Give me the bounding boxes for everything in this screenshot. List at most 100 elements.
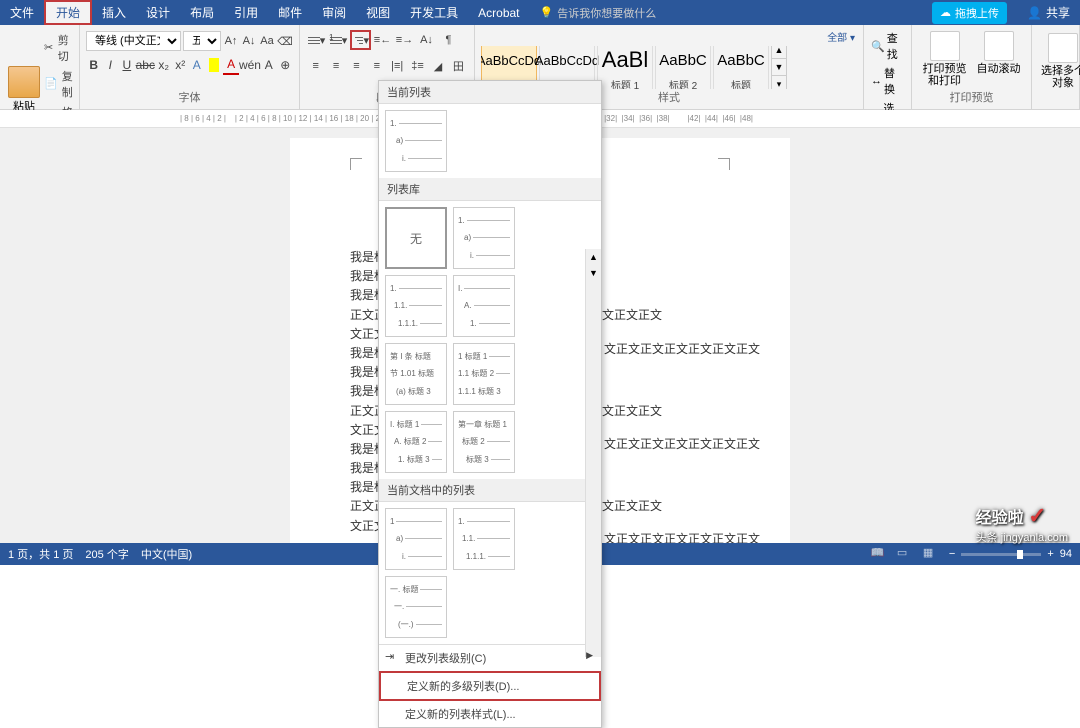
ml-lib-item[interactable]: 第 I 条 标题节 1.01 标题(a) 标题 3 [385, 343, 447, 405]
menu-layout[interactable]: 布局 [180, 0, 224, 25]
auto-scroll-button[interactable]: 自动滚动 [974, 31, 1024, 87]
print-preview-button[interactable]: 打印预览和打印 [920, 31, 970, 87]
strikethrough-button[interactable]: abc [136, 55, 155, 75]
menu-insert[interactable]: 插入 [92, 0, 136, 25]
zoom-out-button[interactable]: − [949, 548, 955, 560]
menu-view[interactable]: 视图 [356, 0, 400, 25]
define-new-multilevel-item[interactable]: 定义新的多级列表(D)... [379, 671, 601, 701]
scroll-down-button[interactable]: ▼ [586, 265, 601, 281]
font-name-select[interactable]: 等线 (中文正文) [86, 31, 181, 51]
styles-scroll-down[interactable]: ▼ [772, 59, 786, 76]
clear-format-button[interactable]: ⌫ [277, 31, 293, 51]
scroll-up-button[interactable]: ▲ [586, 249, 601, 265]
ml-lib-item[interactable]: 1 标题 11.1 标题 21.1.1 标题 3 [453, 343, 515, 405]
style-title[interactable]: AaBbC标题 [713, 46, 769, 89]
borders-button[interactable]: 田 [449, 56, 468, 76]
numbering-button[interactable]: 1▾ [328, 30, 349, 50]
paste-button[interactable]: 粘贴 [6, 64, 42, 116]
ml-lib-item[interactable]: I. 标题 1A. 标题 21. 标题 3 [385, 411, 447, 473]
define-new-list-style-item[interactable]: 定义新的列表样式(L)... [379, 701, 601, 727]
zoom-in-button[interactable]: + [1047, 548, 1053, 560]
web-layout-button[interactable]: ▦ [923, 546, 943, 562]
ml-lib-item[interactable]: I.A.1. [453, 275, 515, 337]
align-center-button[interactable]: ≡ [326, 56, 345, 76]
menu-acrobat[interactable]: Acrobat [468, 0, 529, 25]
style-heading1[interactable]: AaBl标题 1 [597, 46, 653, 89]
page-count[interactable]: 1 页，共 1 页 [8, 546, 73, 562]
select-objects-icon [1048, 33, 1078, 63]
menu-bar: 文件 开始 插入 设计 布局 引用 邮件 审阅 视图 开发工具 Acrobat … [0, 0, 1080, 25]
find-button[interactable]: 🔍查找 [870, 29, 905, 63]
ml-doc-item[interactable]: 一. 标题一.(一.) [385, 576, 447, 638]
increase-font-button[interactable]: A↑ [223, 31, 239, 51]
ml-doc-item[interactable]: 1a)i. [385, 508, 447, 570]
underline-button[interactable]: U [119, 55, 135, 75]
italic-button[interactable]: I [103, 55, 119, 75]
ml-current-preview[interactable]: 1. a) i. [385, 110, 447, 172]
print-layout-button[interactable]: ▭ [897, 546, 917, 562]
user-icon[interactable]: 👤 [1027, 6, 1042, 20]
tell-me-search[interactable]: 💡 告诉我你想要做什么 [540, 5, 657, 21]
menu-mailings[interactable]: 邮件 [268, 0, 312, 25]
change-list-level-item[interactable]: ⇥更改列表级别(C)▶ [379, 645, 601, 671]
bold-button[interactable]: B [86, 55, 102, 75]
menu-design[interactable]: 设计 [136, 0, 180, 25]
cut-button[interactable]: ✂剪切 [42, 31, 75, 65]
change-case-button[interactable]: Aa [259, 31, 275, 51]
font-group-label: 字体 [86, 89, 293, 107]
styles-all-dropdown[interactable]: 全部 ▾ [481, 27, 857, 46]
ml-doc-item[interactable]: 1.1.1.1.1.1. [453, 508, 515, 570]
menu-references[interactable]: 引用 [224, 0, 268, 25]
language-status[interactable]: 中文(中国) [141, 546, 192, 562]
ml-lib-item[interactable]: 1.1.1.1.1.1. [385, 275, 447, 337]
multilevel-list-button[interactable]: ▾ [350, 30, 371, 50]
bullets-button[interactable]: ▾ [306, 30, 327, 50]
auto-scroll-label: 自动滚动 [977, 63, 1021, 75]
show-marks-button[interactable]: ¶ [438, 30, 459, 50]
word-count[interactable]: 205 个字 [85, 546, 128, 562]
ml-none[interactable]: 无 [385, 207, 447, 269]
share-button[interactable]: 共享 [1046, 4, 1070, 21]
shading-button[interactable]: ◢ [428, 56, 447, 76]
phonetic-button[interactable]: wén [240, 55, 260, 75]
copy-button[interactable]: 📄复制 [42, 67, 75, 101]
superscript-button[interactable]: x² [172, 55, 188, 75]
char-shading-button[interactable]: ⊕ [277, 55, 293, 75]
menu-file[interactable]: 文件 [0, 0, 44, 25]
menu-home[interactable]: 开始 [44, 0, 92, 25]
text-effects-button[interactable]: A [189, 55, 205, 75]
sort-button[interactable]: A↓ [416, 30, 437, 50]
read-mode-button[interactable]: 📖 [871, 546, 891, 562]
font-size-select[interactable]: 五号 [183, 31, 221, 51]
decrease-font-button[interactable]: A↓ [241, 31, 257, 51]
distribute-button[interactable]: |≡| [388, 56, 407, 76]
indent-icon: ⇥ [385, 650, 399, 664]
menu-review[interactable]: 审阅 [312, 0, 356, 25]
chevron-right-icon: ▶ [586, 650, 593, 661]
increase-indent-button[interactable]: ≡→ [394, 30, 415, 50]
ml-dropdown-scrollbar[interactable]: ▲ ▼ [585, 249, 601, 657]
char-border-button[interactable]: A [261, 55, 277, 75]
select-objects-button[interactable]: 选择多个对象 [1038, 33, 1080, 89]
cloud-upload-button[interactable]: ☁ 拖拽上传 [932, 2, 1007, 24]
ml-lib-item[interactable]: 1.a)i. [453, 207, 515, 269]
zoom-slider[interactable] [961, 553, 1041, 556]
styles-expand[interactable]: ▾ [772, 76, 786, 89]
style-preview: AaBbCcDd [481, 46, 541, 77]
menu-developer[interactable]: 开发工具 [400, 0, 468, 25]
printer-icon [930, 31, 960, 61]
justify-button[interactable]: ≡ [367, 56, 386, 76]
styles-scroll-up[interactable]: ▲ [772, 46, 786, 59]
font-color-button[interactable]: A [223, 55, 239, 75]
line-spacing-button[interactable]: ‡≡ [408, 56, 427, 76]
ml-lib-item[interactable]: 第一章 标题 1标题 2标题 3 [453, 411, 515, 473]
clipboard-group: 粘贴 ✂剪切 📄复制 🖌格式刷 剪贴板 [0, 25, 80, 109]
style-heading2[interactable]: AaBbC标题 2 [655, 46, 711, 89]
zoom-percent[interactable]: 94 [1060, 548, 1072, 560]
align-left-button[interactable]: ≡ [306, 56, 325, 76]
subscript-button[interactable]: x₂ [156, 55, 172, 75]
decrease-indent-button[interactable]: ≡← [372, 30, 393, 50]
align-right-button[interactable]: ≡ [347, 56, 366, 76]
replace-button[interactable]: ↔替换 [870, 64, 905, 98]
highlight-button[interactable] [209, 58, 220, 72]
